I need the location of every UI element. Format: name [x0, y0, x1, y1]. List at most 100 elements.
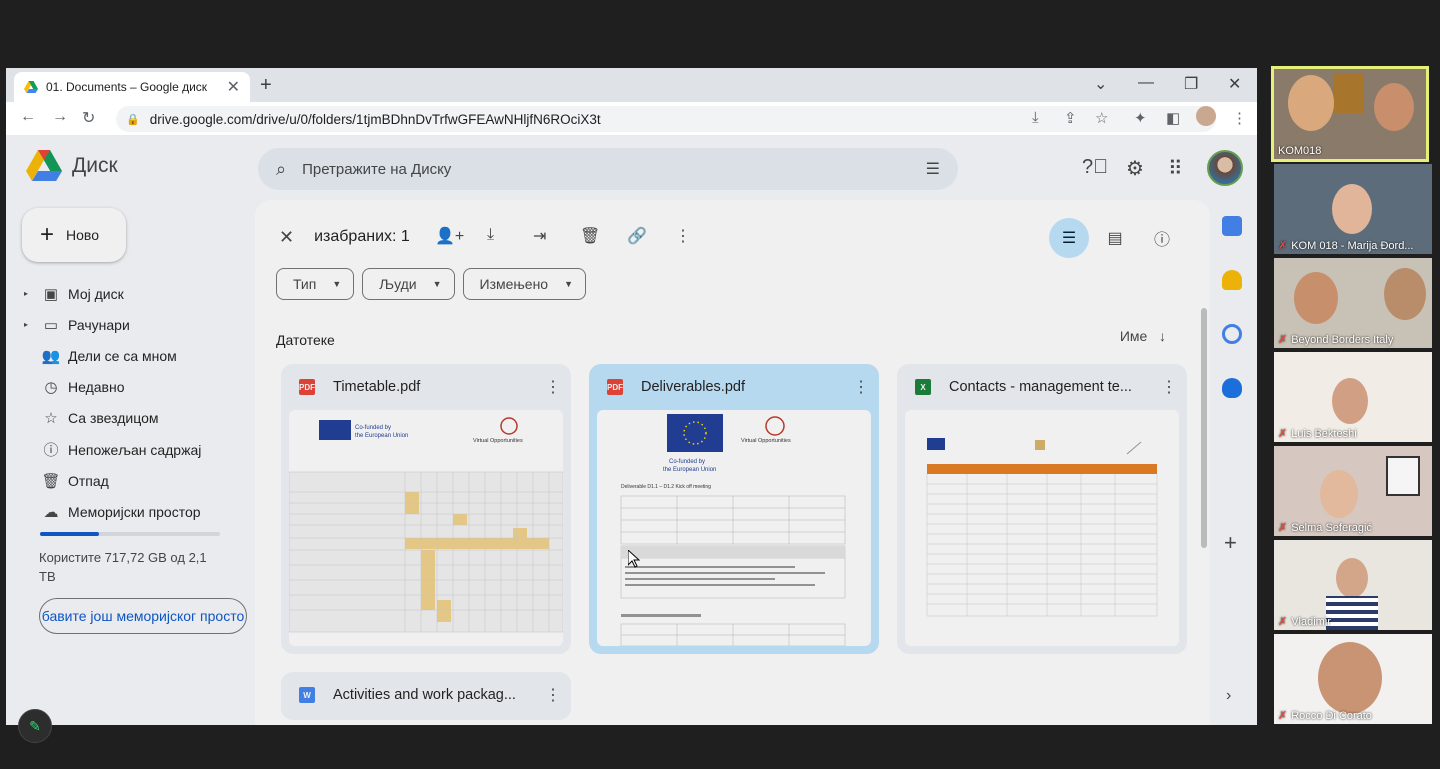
mic-muted-icon: ✗ — [1278, 240, 1288, 252]
mouse-cursor-icon — [628, 550, 640, 568]
sidebar-item-computers[interactable]: ▸ ▭ Рачунари — [24, 309, 254, 340]
minimize-icon[interactable]: — — [1138, 74, 1154, 92]
participant-tile[interactable]: ✗ Beyond Borders Italy — [1274, 258, 1432, 348]
sidebar-item-recent[interactable]: ◷ Недавно — [24, 372, 254, 403]
deliverable-heading-text: Deliverable D1.1 – D1.2 Kick off meeting — [621, 484, 711, 490]
back-icon[interactable]: ← — [20, 108, 36, 126]
calendar-icon[interactable] — [1222, 216, 1242, 236]
download-icon[interactable]: ⤓ — [487, 226, 494, 244]
sidebar-item-label: Рачунари — [68, 316, 130, 333]
drive-logo-icon — [26, 150, 62, 181]
sidebar-item-shared[interactable]: 👥 Дели се са мном — [24, 340, 254, 371]
file-name: Contacts - management te... — [949, 379, 1132, 395]
mic-muted-icon: ✗ — [1278, 334, 1288, 346]
tab-search-icon[interactable]: ⌄ — [1094, 74, 1107, 94]
scrollbar[interactable] — [1201, 308, 1207, 548]
filter-view-icon[interactable]: ☰ — [1049, 218, 1089, 258]
sheets-file-icon: X — [915, 379, 931, 395]
details-info-icon[interactable]: ⓘ — [1142, 218, 1182, 258]
sidebar-item-label: Меморијски простор — [68, 503, 201, 520]
search-input[interactable]: ⌕ Претражите на Диску ☰ — [258, 148, 958, 190]
bookmark-star-icon[interactable]: ☆ — [1095, 109, 1108, 127]
new-button[interactable]: + Ново — [22, 208, 126, 262]
file-more-icon[interactable]: ⋮ — [851, 377, 871, 397]
profile-avatar[interactable] — [1196, 106, 1216, 126]
file-more-icon[interactable]: ⋮ — [543, 377, 563, 397]
participant-tile-active[interactable]: KOM018 — [1271, 66, 1429, 162]
participant-name: ✗ Vladimir — [1278, 615, 1331, 629]
new-tab-icon[interactable]: + — [260, 74, 272, 97]
sidebar-item-label: Дели се са мном — [68, 347, 177, 364]
drive-logo[interactable]: Диск — [26, 150, 118, 182]
extensions-icon[interactable]: ✦ — [1134, 109, 1147, 127]
expand-arrow-icon[interactable]: ▸ — [24, 320, 34, 329]
tab-close-icon[interactable]: ✕ — [227, 77, 240, 97]
keep-icon[interactable] — [1222, 270, 1242, 290]
participant-tile[interactable]: ✗ Luis Bekteshi — [1274, 352, 1432, 442]
sort-arrow-down-icon[interactable]: ↓ — [1159, 328, 1166, 344]
sidebar-item-starred[interactable]: ☆ Са звездицом — [24, 403, 254, 434]
move-icon[interactable]: ⇥ — [533, 226, 546, 246]
account-avatar[interactable] — [1207, 150, 1243, 186]
add-addon-icon[interactable]: + — [1224, 530, 1237, 556]
search-options-icon[interactable]: ☰ — [926, 159, 940, 179]
participant-tile[interactable]: ✗ Vladimir — [1274, 540, 1432, 630]
list-view-icon[interactable]: ▤ — [1095, 218, 1135, 258]
file-more-icon[interactable]: ⋮ — [1159, 377, 1179, 397]
tasks-icon[interactable] — [1222, 324, 1242, 344]
contacts-icon[interactable] — [1222, 378, 1242, 398]
filter-modified[interactable]: Измењено ▼ — [462, 268, 587, 300]
more-actions-icon[interactable]: ⋮ — [675, 226, 691, 246]
sidebar-item-storage[interactable]: ☁ Меморијски простор — [24, 496, 254, 527]
side-panel-icon[interactable]: ◧ — [1166, 109, 1180, 127]
sidebar-item-label: Недавно — [68, 379, 125, 396]
apps-grid-icon[interactable]: ⠿ — [1168, 156, 1183, 181]
participant-tile[interactable]: ✗ KOM 018 - Marija Đord... — [1274, 164, 1432, 254]
share-icon[interactable]: ⇪ — [1064, 109, 1077, 127]
clear-selection-icon[interactable]: ✕ — [279, 227, 294, 248]
show-side-panel-icon[interactable]: › — [1226, 687, 1231, 705]
file-card[interactable]: PDF Timetable.pdf ⋮ Co-funded by the Eur… — [281, 364, 571, 654]
restore-icon[interactable]: ❐ — [1184, 74, 1198, 94]
file-thumbnail: Co-funded by the European Union Virtual … — [289, 410, 563, 646]
file-card[interactable]: W Activities and work packag... ⋮ — [281, 672, 571, 720]
participant-name: ✗ Luis Bekteshi — [1278, 427, 1357, 441]
buy-storage-button[interactable]: бавите још меморијског просто — [39, 598, 247, 634]
file-card-selected[interactable]: PDF Deliverables.pdf ⋮ Virtual Opportuni… — [589, 364, 879, 654]
participant-tile[interactable]: ✗ Selma Seferagić — [1274, 446, 1432, 536]
share-person-icon[interactable]: 👤+ — [435, 226, 464, 246]
sidebar-item-label: Непожељан садржај — [68, 441, 202, 458]
filter-people[interactable]: Људи ▼ — [362, 268, 455, 300]
sidebar-item-spam[interactable]: ⓘ Непожељан садржај — [24, 434, 254, 465]
cofunded-text: the European Union — [355, 433, 408, 439]
files-section-label: Датотеке — [276, 332, 335, 348]
expand-arrow-icon[interactable]: ▸ — [24, 289, 34, 298]
settings-gear-icon[interactable]: ⚙ — [1126, 156, 1144, 181]
mic-muted-icon: ✗ — [1278, 710, 1288, 722]
sidebar-item-my-drive[interactable]: ▸ ▣ Мој диск — [24, 278, 254, 309]
file-more-icon[interactable]: ⋮ — [543, 685, 563, 705]
sidebar-item-trash[interactable]: 🗑 Отпад — [24, 465, 254, 496]
participant-name: ✗ KOM 018 - Marija Đord... — [1278, 239, 1414, 253]
spam-icon: ⓘ — [43, 442, 59, 460]
delete-icon[interactable]: 🗑 — [580, 226, 600, 246]
docs-file-icon: W — [299, 687, 315, 703]
annotate-pen-icon[interactable]: ✎ — [18, 709, 52, 743]
file-card[interactable]: X Contacts - management te... ⋮ — [897, 364, 1187, 654]
drive-app: Диск ⌕ Претражите на Диску ☰ ?⃝ ⚙ ⠿ + Но… — [6, 136, 1257, 725]
sort-by-name[interactable]: Име ↓ — [1120, 328, 1166, 344]
link-icon[interactable]: 🔗 — [627, 226, 647, 246]
browser-menu-icon[interactable]: ⋮ — [1232, 109, 1247, 127]
browser-toolbar: ← → ↻ 🔒 drive.google.com/drive/u/0/folde… — [6, 102, 1257, 136]
install-icon[interactable]: ⤓ — [1032, 109, 1039, 126]
address-bar[interactable]: 🔒 drive.google.com/drive/u/0/folders/1tj… — [116, 106, 1216, 132]
participant-tile[interactable]: ✗ Rocco Di Corato — [1274, 634, 1432, 724]
browser-tab[interactable]: 01. Documents – Google диск ✕ — [14, 72, 250, 102]
forward-icon[interactable]: → — [52, 108, 68, 126]
file-thumbnail: Virtual Opportunities Co-funded by the E… — [597, 410, 871, 646]
lock-icon: 🔒 — [126, 113, 140, 126]
help-icon[interactable]: ?⃝ — [1082, 156, 1108, 179]
filter-type[interactable]: Тип ▼ — [276, 268, 355, 300]
window-close-icon[interactable]: ✕ — [1228, 74, 1241, 94]
reload-icon[interactable]: ↻ — [82, 108, 95, 128]
